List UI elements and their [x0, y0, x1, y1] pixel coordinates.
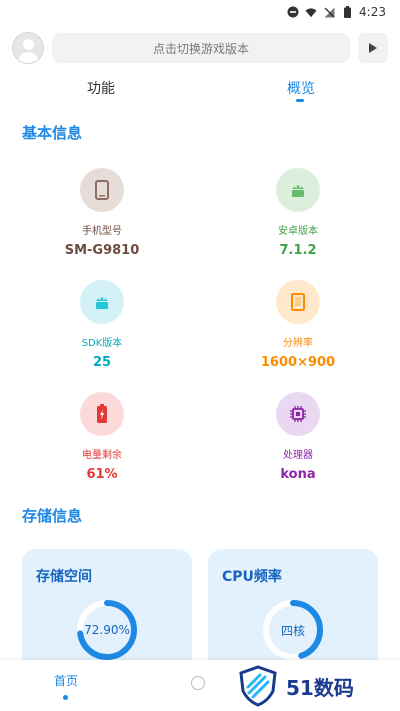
- nav-home[interactable]: 首页: [54, 672, 78, 689]
- info-value: 1600×900: [260, 355, 336, 370]
- chip-icon: [276, 392, 320, 436]
- version-switch-bar[interactable]: 点击切换游戏版本: [52, 33, 350, 63]
- sdk-android-icon: [80, 280, 124, 324]
- version-switch-text: 点击切换游戏版本: [152, 41, 249, 56]
- tab-indicator: [296, 99, 304, 102]
- info-value: 25: [92, 355, 112, 370]
- android-icon: [276, 168, 320, 212]
- tab-bar: 功能 概览: [0, 78, 400, 106]
- info-value: kona: [280, 467, 316, 482]
- watermark-text: 51数码: [286, 675, 354, 700]
- info-resolution: 分辨率 1600×900: [238, 280, 358, 370]
- info-processor: 处理器 kona: [238, 392, 358, 482]
- nav-active-dot: [63, 695, 68, 700]
- storage-percent: 72.90%: [84, 623, 130, 637]
- play-icon: [369, 43, 377, 53]
- info-android-version: 安卓版本 7.1.2: [238, 168, 358, 258]
- info-value: 7.1.2: [279, 243, 317, 258]
- info-label: 手机型号: [82, 226, 122, 237]
- cpu-card-title: CPU频率: [222, 569, 282, 585]
- battery-status-icon: [341, 6, 353, 18]
- info-value: 61%: [86, 467, 118, 482]
- battery-icon: [80, 392, 124, 436]
- play-button[interactable]: [358, 33, 388, 63]
- dnd-icon: [287, 6, 299, 18]
- wifi-icon: [305, 6, 317, 18]
- status-bar: 4:23: [0, 0, 400, 24]
- info-label: 处理器: [283, 450, 313, 461]
- watermark: 51数码: [238, 664, 388, 708]
- storage-card-title: 存储空间: [36, 569, 92, 585]
- phone-icon: [80, 168, 124, 212]
- top-row: 点击切换游戏版本: [12, 32, 388, 64]
- cpu-cores: 四核: [280, 623, 305, 638]
- tab-functions[interactable]: 功能: [87, 78, 115, 98]
- info-sdk-version: SDK版本 25: [42, 280, 162, 370]
- basic-info-title: 基本信息: [22, 124, 83, 142]
- signal-off-icon: [323, 6, 335, 18]
- shield-logo-icon: [239, 665, 277, 707]
- avatar[interactable]: [12, 32, 44, 64]
- info-label: SDK版本: [81, 338, 123, 349]
- tab-overview[interactable]: 概览: [287, 78, 315, 98]
- info-value: SM-G9810: [64, 243, 140, 258]
- info-battery: 电量剩余 61%: [42, 392, 162, 482]
- info-label: 安卓版本: [278, 226, 318, 237]
- status-time: 4:23: [359, 5, 386, 19]
- info-label: 电量剩余: [82, 450, 122, 461]
- info-phone-model: 手机型号 SM-G9810: [42, 168, 162, 258]
- storage-info-title: 存储信息: [22, 507, 83, 525]
- nav-secondary-icon[interactable]: [191, 676, 205, 690]
- info-label: 分辨率: [283, 338, 313, 349]
- screen-icon: [276, 280, 320, 324]
